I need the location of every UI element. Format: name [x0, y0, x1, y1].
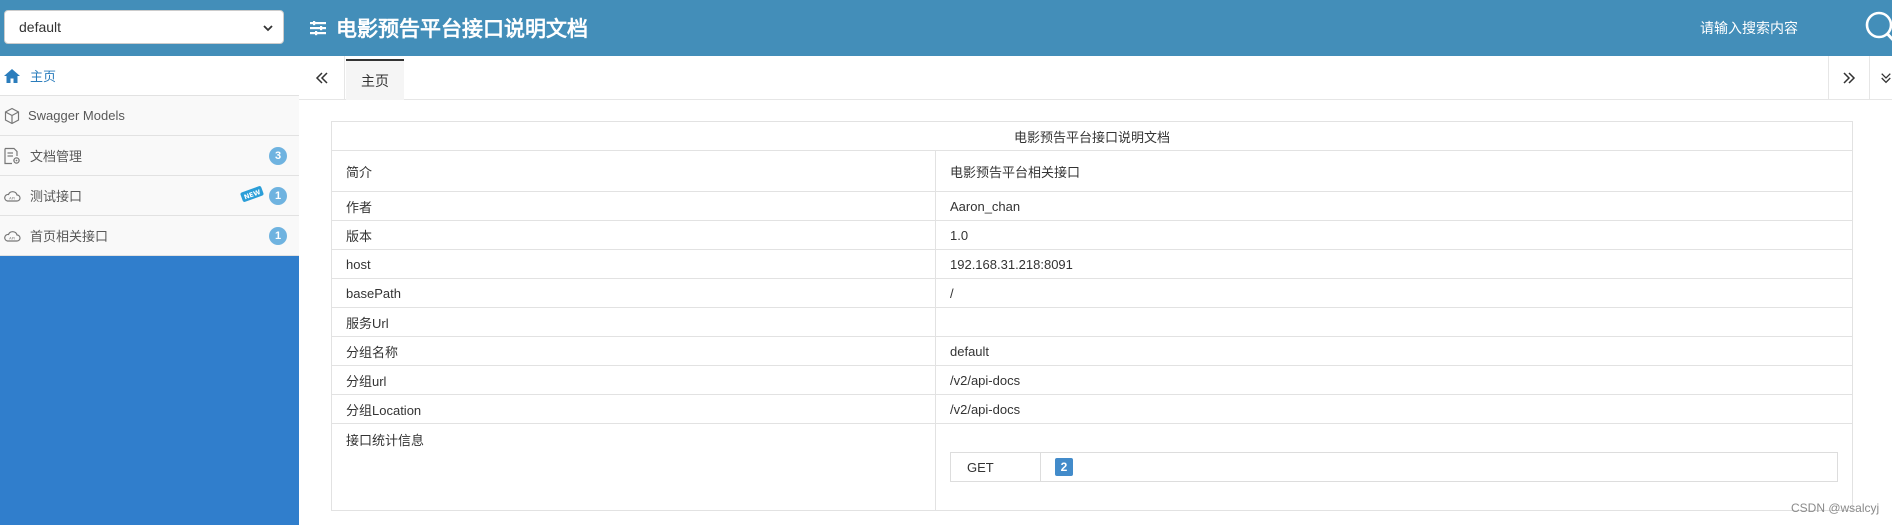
- sidebar-item-label: Swagger Models: [28, 108, 125, 123]
- page-title: 电影预告平台接口说明文档: [336, 18, 588, 41]
- group-select[interactable]: default: [4, 10, 284, 44]
- row-value: default: [935, 336, 1853, 366]
- sidebar-item-test-api[interactable]: API 测试接口 NEW 1: [0, 176, 299, 216]
- double-chevron-left-icon: [315, 72, 328, 84]
- chevron-down-icon: [263, 25, 273, 32]
- row-value: 电影预告平台相关接口: [935, 150, 1853, 192]
- table-row: 分组Location /v2/api-docs: [331, 394, 1853, 424]
- table-row: 分组名称 default: [331, 336, 1853, 366]
- api-cloud-icon: API: [4, 191, 21, 202]
- method-name: GET: [951, 453, 1041, 481]
- table-row: 分组url /v2/api-docs: [331, 365, 1853, 395]
- watermark: CSDN @wsalcyj: [1791, 501, 1880, 515]
- double-chevron-down-icon: [1881, 73, 1891, 84]
- api-cloud-icon: API: [4, 231, 21, 242]
- row-value: Aaron_chan: [935, 191, 1853, 221]
- table-caption-row: 电影预告平台接口说明文档: [331, 121, 1853, 151]
- row-label: 接口统计信息: [331, 423, 936, 511]
- sidebar-item-label: 首页相关接口: [30, 229, 109, 244]
- search-icon[interactable]: [1860, 8, 1892, 48]
- tab-scroll-left-button[interactable]: [299, 56, 345, 100]
- sidebar-item-label: 主页: [30, 69, 57, 84]
- tab-bar: 主页: [299, 56, 1892, 100]
- tab-home[interactable]: 主页: [346, 59, 404, 100]
- row-label: 分组url: [331, 365, 936, 395]
- table-row: basePath /: [331, 278, 1853, 308]
- header-title-area: 电影预告平台接口说明文档: [308, 0, 588, 56]
- table-row-stats: 接口统计信息 GET 2: [331, 423, 1853, 511]
- row-label: basePath: [331, 278, 936, 308]
- row-value: 1.0: [935, 220, 1853, 250]
- table-row: 简介 电影预告平台相关接口: [331, 150, 1853, 192]
- search-area: 请输入搜索内容: [1700, 8, 1892, 48]
- sidebar-item-home[interactable]: 主页: [0, 56, 299, 96]
- double-chevron-right-icon: [1842, 72, 1855, 84]
- top-header: default 电影预告平台接口说明文档 请输入搜索内容: [0, 0, 1892, 56]
- svg-text:API: API: [9, 197, 15, 201]
- row-value: 192.168.31.218:8091: [935, 249, 1853, 279]
- method-stats-box: GET 2: [950, 452, 1838, 482]
- row-label: 版本: [331, 220, 936, 250]
- row-label: 分组Location: [331, 394, 936, 424]
- tab-menu-button[interactable]: [1869, 56, 1892, 100]
- sidebar-item-label: 文档管理: [30, 149, 83, 164]
- doc-settings-icon: [4, 147, 20, 165]
- table-caption: 电影预告平台接口说明文档: [331, 121, 1853, 151]
- method-count-badge: 2: [1055, 458, 1073, 476]
- row-label: 服务Url: [331, 307, 936, 337]
- table-row: host 192.168.31.218:8091: [331, 249, 1853, 279]
- row-value: GET 2: [935, 423, 1853, 511]
- table-row: 服务Url: [331, 307, 1853, 337]
- svg-text:API: API: [9, 237, 15, 241]
- sidebar-item-swagger-models[interactable]: Swagger Models: [0, 96, 299, 136]
- sidebar-item-label: 测试接口: [30, 189, 83, 204]
- group-select-value: default: [19, 19, 62, 35]
- svg-text:NEW: NEW: [243, 188, 262, 201]
- home-icon: [4, 69, 20, 83]
- sidebar-item-doc-management[interactable]: 文档管理 3: [0, 136, 299, 176]
- row-value: /: [935, 278, 1853, 308]
- row-label: 分组名称: [331, 336, 936, 366]
- row-value: /v2/api-docs: [935, 365, 1853, 395]
- table-row: 作者 Aaron_chan: [331, 191, 1853, 221]
- new-ribbon-icon: NEW: [240, 186, 264, 202]
- sidebar: 主页 Swagger Models 文档管理 3 API 测试接口 NEW 1 …: [0, 56, 299, 525]
- count-badge: 1: [269, 187, 287, 205]
- count-badge: 1: [269, 227, 287, 245]
- sidebar-item-home-api[interactable]: API 首页相关接口 1: [0, 216, 299, 256]
- models-icon: [4, 107, 20, 125]
- count-badge: 3: [269, 147, 287, 165]
- row-label: 作者: [331, 191, 936, 221]
- tab-label: 主页: [361, 72, 389, 89]
- row-value: [935, 307, 1853, 337]
- tab-scroll-right-button[interactable]: [1828, 56, 1868, 100]
- doc-info-table: 电影预告平台接口说明文档 简介 电影预告平台相关接口 作者 Aaron_chan…: [331, 121, 1853, 511]
- row-value: /v2/api-docs: [935, 394, 1853, 424]
- search-input[interactable]: 请输入搜索内容: [1700, 18, 1798, 38]
- row-label: 简介: [331, 150, 936, 192]
- row-label: host: [331, 249, 936, 279]
- table-row: 版本 1.0: [331, 220, 1853, 250]
- menu-toggle-icon[interactable]: [308, 18, 328, 38]
